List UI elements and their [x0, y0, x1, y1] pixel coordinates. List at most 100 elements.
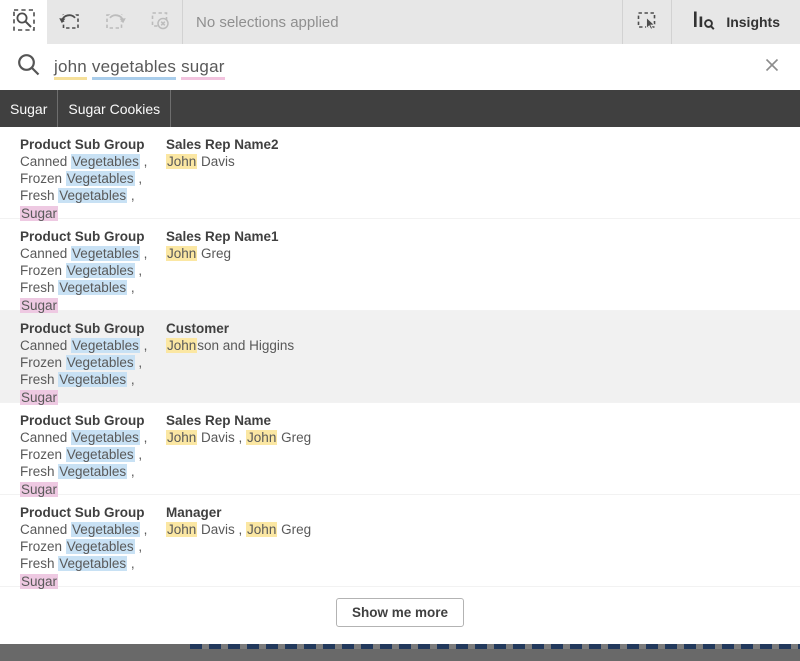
result-column: Product Sub GroupCanned Vegetables ,Froz…: [20, 412, 166, 494]
highlighted-match: Vegetables: [66, 355, 135, 370]
clear-selections-icon: [148, 8, 172, 37]
insights-label: Insights: [726, 14, 780, 30]
suggestion-tab[interactable]: Sugar Cookies: [58, 90, 171, 127]
search-bar[interactable]: john vegetables sugar: [0, 44, 800, 90]
smart-search-button[interactable]: [0, 0, 47, 44]
field-name: Product Sub Group: [20, 228, 166, 245]
highlighted-match: Vegetables: [71, 430, 140, 445]
search-term: john: [54, 57, 87, 80]
result-row[interactable]: Product Sub GroupCanned Vegetables ,Froz…: [0, 311, 800, 403]
search-icon: [16, 52, 42, 83]
field-name: Product Sub Group: [20, 412, 166, 429]
show-more-area: Show me more: [0, 587, 800, 627]
selections-toolbar: No selections applied Insights: [0, 0, 800, 44]
redo-icon: [103, 8, 127, 37]
search-term: vegetables: [92, 57, 176, 80]
value-line: Fresh Vegetables ,: [20, 463, 166, 480]
clear-search-button[interactable]: [760, 53, 784, 82]
field-name: Manager: [166, 504, 800, 521]
value-line: Johnson and Higgins: [166, 337, 800, 354]
result-column: Sales Rep NameJohn Davis , John Greg: [166, 412, 800, 494]
highlighted-match: Sugar: [20, 298, 58, 313]
insights-logo-icon: [692, 8, 718, 37]
value-line: Canned Vegetables ,: [20, 153, 166, 170]
highlighted-match: Vegetables: [58, 464, 127, 479]
field-name: Product Sub Group: [20, 504, 166, 521]
value-line: Fresh Vegetables ,: [20, 187, 166, 204]
highlighted-match: John: [166, 338, 197, 353]
highlighted-match: John: [166, 522, 197, 537]
result-column: Product Sub GroupCanned Vegetables ,Froz…: [20, 504, 166, 586]
value-line: Canned Vegetables ,: [20, 337, 166, 354]
field-name: Product Sub Group: [20, 136, 166, 153]
result-column: Sales Rep Name2John Davis: [166, 136, 800, 218]
selections-status-text: No selections applied: [196, 0, 622, 44]
highlighted-match: Sugar: [20, 206, 58, 221]
toolbar-right-group: Insights: [622, 0, 800, 44]
highlighted-match: Sugar: [20, 574, 58, 589]
value-line: Frozen Vegetables ,: [20, 354, 166, 371]
search-term: sugar: [181, 57, 225, 80]
highlighted-match: John: [166, 154, 197, 169]
value-line: John Greg: [166, 245, 800, 262]
value-line: Canned Vegetables ,: [20, 521, 166, 538]
toolbar-divider: [182, 0, 183, 44]
result-row[interactable]: Product Sub GroupCanned Vegetables ,Froz…: [0, 403, 800, 495]
undo-icon: [58, 8, 82, 37]
highlighted-match: Vegetables: [58, 188, 127, 203]
smart-search-icon: [12, 8, 36, 37]
result-row[interactable]: Product Sub GroupCanned Vegetables ,Froz…: [0, 219, 800, 311]
selections-tool-button[interactable]: [623, 0, 671, 44]
result-column: CustomerJohnson and Higgins: [166, 320, 800, 402]
field-name: Sales Rep Name2: [166, 136, 800, 153]
redo-selection-button[interactable]: [92, 0, 137, 44]
dashed-object-border: [190, 644, 800, 649]
results-list: Product Sub GroupCanned Vegetables ,Froz…: [0, 127, 800, 587]
value-line: Canned Vegetables ,: [20, 245, 166, 262]
insights-button[interactable]: Insights: [672, 0, 800, 44]
result-row[interactable]: Product Sub GroupCanned Vegetables ,Froz…: [0, 127, 800, 219]
field-name: Sales Rep Name1: [166, 228, 800, 245]
show-me-more-button[interactable]: Show me more: [336, 598, 464, 627]
highlighted-match: Sugar: [20, 390, 58, 405]
highlighted-match: John: [166, 246, 197, 261]
result-column: Product Sub GroupCanned Vegetables ,Froz…: [20, 228, 166, 310]
highlighted-match: Vegetables: [71, 522, 140, 537]
value-line: John Davis , John Greg: [166, 429, 800, 446]
highlighted-match: Vegetables: [66, 263, 135, 278]
value-line: Sugar: [20, 389, 166, 406]
value-line: Frozen Vegetables ,: [20, 262, 166, 279]
highlighted-match: John: [246, 522, 277, 537]
field-name: Customer: [166, 320, 800, 337]
highlighted-match: Vegetables: [71, 338, 140, 353]
highlighted-match: Vegetables: [58, 556, 127, 571]
value-line: John Davis: [166, 153, 800, 170]
value-line: Frozen Vegetables ,: [20, 538, 166, 555]
value-line: John Davis , John Greg: [166, 521, 800, 538]
highlighted-match: Sugar: [20, 482, 58, 497]
value-line: Fresh Vegetables ,: [20, 555, 166, 572]
value-line: Frozen Vegetables ,: [20, 446, 166, 463]
selections-tool-icon: [635, 8, 659, 37]
result-row[interactable]: Product Sub GroupCanned Vegetables ,Froz…: [0, 495, 800, 587]
value-line: Frozen Vegetables ,: [20, 170, 166, 187]
background-sheet-strip: [0, 644, 800, 661]
field-name: Sales Rep Name: [166, 412, 800, 429]
result-column: ManagerJohn Davis , John Greg: [166, 504, 800, 586]
highlighted-match: John: [246, 430, 277, 445]
highlighted-match: Vegetables: [66, 539, 135, 554]
undo-selection-button[interactable]: [47, 0, 92, 44]
highlighted-match: Vegetables: [58, 280, 127, 295]
value-line: Sugar: [20, 481, 166, 498]
clear-selections-button[interactable]: [137, 0, 182, 44]
highlighted-match: Vegetables: [66, 171, 135, 186]
value-line: Sugar: [20, 205, 166, 222]
value-line: Fresh Vegetables ,: [20, 279, 166, 296]
value-line: Sugar: [20, 297, 166, 314]
suggestion-tab[interactable]: Sugar: [0, 90, 58, 127]
result-column: Sales Rep Name1John Greg: [166, 228, 800, 310]
search-input[interactable]: john vegetables sugar: [54, 57, 225, 77]
highlighted-match: Vegetables: [58, 372, 127, 387]
suggestion-bar: SugarSugar Cookies: [0, 90, 800, 127]
highlighted-match: Vegetables: [66, 447, 135, 462]
